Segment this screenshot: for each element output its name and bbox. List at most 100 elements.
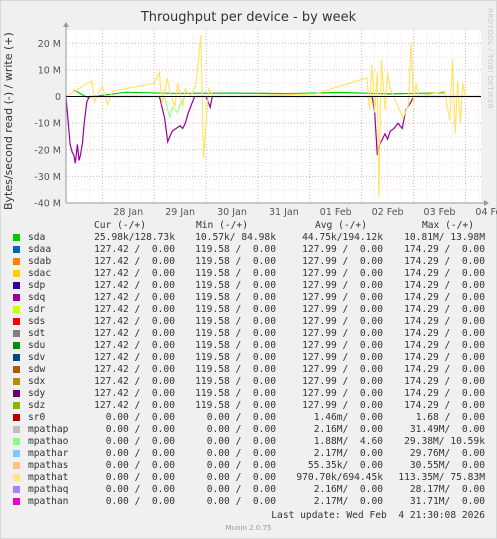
legend-cur-value: 0.00 / 0.00 — [105, 412, 175, 423]
legend-row: sr0 0.00 / 0.00 0.00 / 0.00 1.46m/ 0.00 1.68… — [0, 412, 497, 424]
legend-avg-value: 2.16M/ 0.00 — [313, 424, 383, 435]
x-tick-label: 31 Jan — [269, 207, 299, 218]
legend-avg-value: 127.99 / 0.00 — [302, 328, 383, 339]
legend-header-avg: Avg (-/+) — [315, 220, 367, 231]
legend-swatch — [13, 294, 20, 301]
legend-row: sdy 127.42 / 0.00 119.58 / 0.00 127.99 / 0.… — [0, 388, 497, 400]
legend-max-value: 174.29 / 0.00 — [404, 388, 485, 399]
legend-swatch — [13, 318, 20, 325]
legend-swatch — [13, 366, 20, 373]
legend-swatch — [13, 258, 20, 265]
legend-device-name: mpathan — [28, 496, 69, 507]
legend-min-value: 119.58 / 0.00 — [195, 328, 276, 339]
legend-cur-value: 127.42 / 0.00 — [94, 388, 175, 399]
legend-cur-value: 127.42 / 0.00 — [94, 352, 175, 363]
legend-max-value: 174.29 / 0.00 — [404, 316, 485, 327]
legend-min-value: 119.58 / 0.00 — [195, 256, 276, 267]
legend-max-value: 1.68 / 0.00 — [415, 412, 485, 423]
legend-device-name: sdz — [28, 400, 46, 411]
legend-max-value: 28.17M/ 0.00 — [409, 484, 485, 495]
legend-device-name: sdp — [28, 280, 46, 291]
legend-row: mpathap 0.00 / 0.00 0.00 / 0.00 2.16M/ 0.00… — [0, 424, 497, 436]
legend-cur-value: 127.42 / 0.00 — [94, 340, 175, 351]
legend-swatch — [13, 450, 20, 457]
legend-row: mpathao 0.00 / 0.00 0.00 / 0.00 1.88M/ 4.60… — [0, 436, 497, 448]
legend-avg-value: 127.99 / 0.00 — [302, 280, 383, 291]
y-tick-label: -40 M — [34, 199, 61, 210]
legend-row: sdt 127.42 / 0.00 119.58 / 0.00 127.99 / 0.… — [0, 328, 497, 340]
legend-row: mpathaq 0.00 / 0.00 0.00 / 0.00 2.16M/ 0.00… — [0, 484, 497, 496]
legend-max-value: 31.71M/ 0.00 — [409, 496, 485, 507]
legend-min-value: 119.58 / 0.00 — [195, 376, 276, 387]
legend-swatch — [13, 498, 20, 505]
legend-device-name: sdv — [28, 352, 46, 363]
legend-max-value: 174.29 / 0.00 — [404, 400, 485, 411]
legend-header-max: Max (-/+) — [422, 220, 474, 231]
legend-device-name: sdaa — [28, 244, 52, 255]
legend-device-name: mpathao — [28, 436, 69, 447]
legend-device-name: sds — [28, 316, 46, 327]
y-tick-label: 10 M — [38, 65, 61, 76]
legend-row: sdz 127.42 / 0.00 119.58 / 0.00 127.99 / 0.… — [0, 400, 497, 412]
legend-avg-value: 127.99 / 0.00 — [302, 304, 383, 315]
x-tick-label: 04 Feb — [475, 207, 497, 218]
legend-row: sdp 127.42 / 0.00 119.58 / 0.00 127.99 / 0.… — [0, 280, 497, 292]
legend-avg-value: 55.35k/ 0.00 — [307, 460, 383, 471]
legend-avg-value: 1.46m/ 0.00 — [313, 412, 383, 423]
legend-row: sdw 127.42 / 0.00 119.58 / 0.00 127.99 / 0.… — [0, 364, 497, 376]
legend-cur-value: 127.42 / 0.00 — [94, 364, 175, 375]
legend-max-value: 174.29 / 0.00 — [404, 364, 485, 375]
legend-row: sds 127.42 / 0.00 119.58 / 0.00 127.99 / 0.… — [0, 316, 497, 328]
legend-cur-value: 127.42 / 0.00 — [94, 304, 175, 315]
legend-header-cur: Cur (-/+) — [94, 220, 146, 231]
legend-cur-value: 0.00 / 0.00 — [105, 436, 175, 447]
legend-avg-value: 2.17M/ 0.00 — [313, 448, 383, 459]
legend-min-value: 119.58 / 0.00 — [195, 268, 276, 279]
legend-cur-value: 0.00 / 0.00 — [105, 496, 175, 507]
legend-max-value: 29.76M/ 0.00 — [409, 448, 485, 459]
throughput-chart: 20 M 10 M 0 -10 M -20 M -30 M -40 M 28 Jan 29 Ja… — [34, 22, 497, 218]
legend-min-value: 10.57k/ 84.98k — [195, 232, 276, 243]
legend-row: mpathan 0.00 / 0.00 0.00 / 0.00 2.17M/ 0.00… — [0, 496, 497, 508]
legend-cur-value: 0.00 / 0.00 — [105, 448, 175, 459]
legend-avg-value: 127.99 / 0.00 — [302, 388, 383, 399]
legend-device-name: sdab — [28, 256, 52, 267]
legend-avg-value: 127.99 / 0.00 — [302, 340, 383, 351]
legend-max-value: 31.49M/ 0.00 — [409, 424, 485, 435]
legend-device-name: sda — [28, 232, 46, 243]
legend-cur-value: 0.00 / 0.00 — [105, 424, 175, 435]
legend-swatch — [13, 306, 20, 313]
legend-cur-value: 127.42 / 0.00 — [94, 316, 175, 327]
legend-device-name: sdt — [28, 328, 46, 339]
legend-avg-value: 970.70k/694.45k — [296, 472, 383, 483]
legend-swatch — [13, 474, 20, 481]
legend-row: sdv 127.42 / 0.00 119.58 / 0.00 127.99 / 0.… — [0, 352, 497, 364]
legend-device-name: mpathap — [28, 424, 69, 435]
legend-avg-value: 1.88M/ 4.60 — [313, 436, 383, 447]
legend-swatch — [13, 282, 20, 289]
legend-row: sdab 127.42 / 0.00 119.58 / 0.00 127.99 / 0… — [0, 256, 497, 268]
legend-avg-value: 127.99 / 0.00 — [302, 244, 383, 255]
legend-device-name: sdr — [28, 304, 46, 315]
legend-cur-value: 127.42 / 0.00 — [94, 256, 175, 267]
x-tick-label: 01 Feb — [320, 207, 352, 218]
legend-max-value: 174.29 / 0.00 — [404, 244, 485, 255]
legend-avg-value: 127.99 / 0.00 — [302, 256, 383, 267]
legend-cur-value: 0.00 / 0.00 — [105, 472, 175, 483]
legend-swatch — [13, 354, 20, 361]
legend-cur-value: 0.00 / 0.00 — [105, 460, 175, 471]
legend-avg-value: 127.99 / 0.00 — [302, 316, 383, 327]
legend-cur-value: 127.42 / 0.00 — [94, 376, 175, 387]
legend-device-name: mpathaq — [28, 484, 69, 495]
legend-max-value: 174.29 / 0.00 — [404, 340, 485, 351]
legend-min-value: 119.58 / 0.00 — [195, 316, 276, 327]
legend-min-value: 119.58 / 0.00 — [195, 292, 276, 303]
legend-min-value: 0.00 / 0.00 — [206, 496, 276, 507]
legend-avg-value: 127.99 / 0.00 — [302, 400, 383, 411]
legend-min-value: 119.58 / 0.00 — [195, 352, 276, 363]
legend-min-value: 119.58 / 0.00 — [195, 340, 276, 351]
legend-min-value: 0.00 / 0.00 — [206, 484, 276, 495]
legend-max-value: 174.29 / 0.00 — [404, 256, 485, 267]
legend-device-name: sr0 — [28, 412, 46, 423]
y-tick-label: 0 — [55, 92, 61, 103]
